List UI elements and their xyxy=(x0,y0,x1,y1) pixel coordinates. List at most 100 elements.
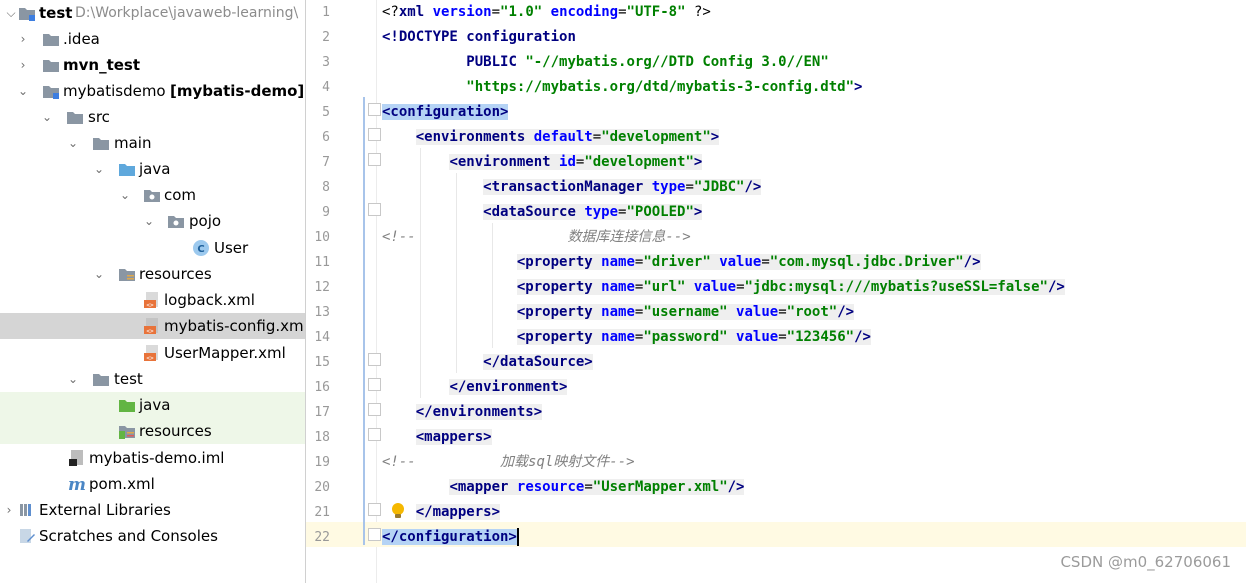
tag-self-close: /> xyxy=(1047,279,1065,295)
tag-configuration-open: <configuration> xyxy=(382,104,509,120)
code-line[interactable]: </dataSource> xyxy=(382,350,1246,375)
module-folder-icon xyxy=(18,4,36,22)
tree-item-mybatisdemo[interactable]: ⌄ mybatisdemo [mybatis-demo] xyxy=(0,78,305,104)
code-line[interactable]: <?xml version="1.0" encoding="UTF-8" ?> xyxy=(382,0,1246,25)
tag-close-bracket: > xyxy=(693,204,703,220)
attribute-name: resource xyxy=(516,479,585,495)
folder-icon xyxy=(42,30,60,48)
code-line[interactable]: <environment id="development"> xyxy=(382,150,1246,175)
chevron-down-icon[interactable]: ⌄ xyxy=(142,208,156,234)
xml-decl-close: ?> xyxy=(693,4,711,20)
watermark: CSDN @m0_62706061 xyxy=(1060,553,1231,571)
tree-item-label: mybatis-demo.iml xyxy=(89,449,225,467)
tag-self-close: /> xyxy=(854,329,871,345)
tree-item-java[interactable]: ⌄ java xyxy=(0,156,305,182)
chevron-right-icon[interactable]: › xyxy=(2,497,16,523)
attribute-value: "UserMapper.xml" xyxy=(592,479,728,495)
attribute-name: value xyxy=(736,304,779,320)
tree-item-mybatis-config-xml[interactable]: <> mybatis-config.xml xyxy=(0,313,305,339)
tree-item-label: com xyxy=(164,186,197,204)
tree-item-mvn-test[interactable]: › mvn_test xyxy=(0,52,305,78)
chevron-down-icon[interactable]: ⌄ xyxy=(92,156,106,182)
attribute-name: name xyxy=(601,304,635,320)
text-cursor xyxy=(516,528,519,546)
code-line[interactable]: "https://mybatis.org/dtd/mybatis-3-confi… xyxy=(382,75,1246,100)
tree-item-logback-xml[interactable]: <> logback.xml xyxy=(0,287,305,313)
chevron-down-icon[interactable]: ⌄ xyxy=(66,366,80,392)
tree-item-label: pom.xml xyxy=(89,475,155,493)
tree-item-com[interactable]: ⌄ com xyxy=(0,182,305,208)
code-line[interactable]: <property name="driver" value="com.mysql… xyxy=(382,250,1246,275)
svg-text:m: m xyxy=(68,475,86,493)
chevron-right-icon[interactable]: › xyxy=(16,26,30,52)
code-line[interactable]: PUBLIC "-//mybatis.org//DTD Config 3.0//… xyxy=(382,50,1246,75)
tag-self-close: /> xyxy=(963,254,981,270)
tree-item-test[interactable]: ⌄ test xyxy=(0,366,305,392)
tag-self-close: /> xyxy=(744,179,762,195)
tree-item-label: Scratches and Consoles xyxy=(39,527,218,545)
code-line[interactable]: </configuration> xyxy=(382,525,1246,550)
chevron-down-icon[interactable]: ⌄ xyxy=(40,104,54,130)
attribute-value: "com.mysql.jdbc.Driver" xyxy=(769,254,964,270)
code-line[interactable]: <!-- 数据库连接信息--> xyxy=(382,225,1246,250)
attribute-value: "development" xyxy=(601,129,711,145)
tag-datasource-open: <dataSource xyxy=(483,204,576,220)
tree-item-label: pojo xyxy=(189,212,222,230)
code-line[interactable]: <environments default="development"> xyxy=(382,125,1246,150)
code-line[interactable]: <mapper resource="UserMapper.xml"/> xyxy=(382,475,1246,500)
chevron-down-icon[interactable]: ⌄ xyxy=(66,130,80,156)
attribute-name: version xyxy=(432,4,492,20)
code-line[interactable]: <property name="url" value="jdbc:mysql:/… xyxy=(382,275,1246,300)
project-tree[interactable]: ⌵ test D:\Workplace\javaweb-learning\ › … xyxy=(0,0,305,583)
line-number: 16 xyxy=(314,380,330,395)
tree-item-user[interactable]: C User xyxy=(0,235,305,261)
code-line[interactable]: <configuration> xyxy=(382,100,1246,125)
code-line[interactable]: <transactionManager type="JDBC"/> xyxy=(382,175,1246,200)
line-number: 4 xyxy=(322,80,330,95)
lightbulb-icon[interactable] xyxy=(390,502,406,520)
line-number: 10 xyxy=(314,230,330,245)
attribute-value: "1.0" xyxy=(500,4,543,20)
svg-text:<>: <> xyxy=(146,302,154,309)
tree-item-pom-xml[interactable]: m pom.xml xyxy=(0,471,305,497)
code-line[interactable]: </environments> xyxy=(382,400,1246,425)
module-folder-icon xyxy=(42,82,60,100)
attribute-name: name xyxy=(601,329,635,345)
code-line[interactable]: <dataSource type="POOLED"> xyxy=(382,200,1246,225)
chevron-down-icon[interactable]: ⌄ xyxy=(16,78,30,104)
tree-item-scratches[interactable]: Scratches and Consoles xyxy=(0,523,305,549)
tree-item-external-libraries[interactable]: › External Libraries xyxy=(0,497,305,523)
tree-item-pojo[interactable]: ⌄ pojo xyxy=(0,208,305,234)
tree-item-label: .idea xyxy=(63,30,100,48)
chevron-down-icon[interactable]: ⌵ xyxy=(4,0,18,26)
line-number: 14 xyxy=(314,330,330,345)
code-line[interactable]: <property name="username" value="root"/> xyxy=(382,300,1246,325)
tree-item-test-resources[interactable]: resources xyxy=(0,418,305,444)
tree-item-label: mvn_test xyxy=(63,56,141,74)
chevron-right-icon[interactable]: › xyxy=(16,52,30,78)
code-line[interactable]: </mappers> xyxy=(382,500,1246,525)
code-line[interactable]: <mappers> xyxy=(382,425,1246,450)
code-line[interactable]: <!-- 加载sql映射文件--> xyxy=(382,450,1246,475)
xml-file-icon: <> xyxy=(143,291,161,309)
tree-item-main[interactable]: ⌄ main xyxy=(0,130,305,156)
comment-open: <!-- xyxy=(382,454,416,470)
tree-item-mybatis-demo-iml[interactable]: mybatis-demo.iml xyxy=(0,445,305,471)
tree-item-usermapper-xml[interactable]: <> UserMapper.xml xyxy=(0,340,305,366)
tree-item-test-root[interactable]: ⌵ test D:\Workplace\javaweb-learning\ xyxy=(0,0,305,26)
code-line[interactable]: </environment> xyxy=(382,375,1246,400)
svg-text:C: C xyxy=(197,244,204,255)
chevron-down-icon[interactable]: ⌄ xyxy=(118,182,132,208)
attribute-name: type xyxy=(651,179,686,195)
tree-item-src[interactable]: ⌄ src xyxy=(0,104,305,130)
tree-item-idea[interactable]: › .idea xyxy=(0,26,305,52)
code-line[interactable]: <property name="password" value="123456"… xyxy=(382,325,1246,350)
tag-environment-close: </environment> xyxy=(449,379,568,395)
chevron-down-icon[interactable]: ⌄ xyxy=(92,261,106,287)
attribute-value: "username" xyxy=(643,304,728,320)
tree-item-resources[interactable]: ⌄ resources xyxy=(0,261,305,287)
code-line[interactable]: <!DOCTYPE configuration xyxy=(382,25,1246,50)
line-number: 13 xyxy=(314,305,330,320)
tree-item-test-java[interactable]: java xyxy=(0,392,305,418)
tree-item-label: mybatis-config.xml xyxy=(164,317,305,335)
